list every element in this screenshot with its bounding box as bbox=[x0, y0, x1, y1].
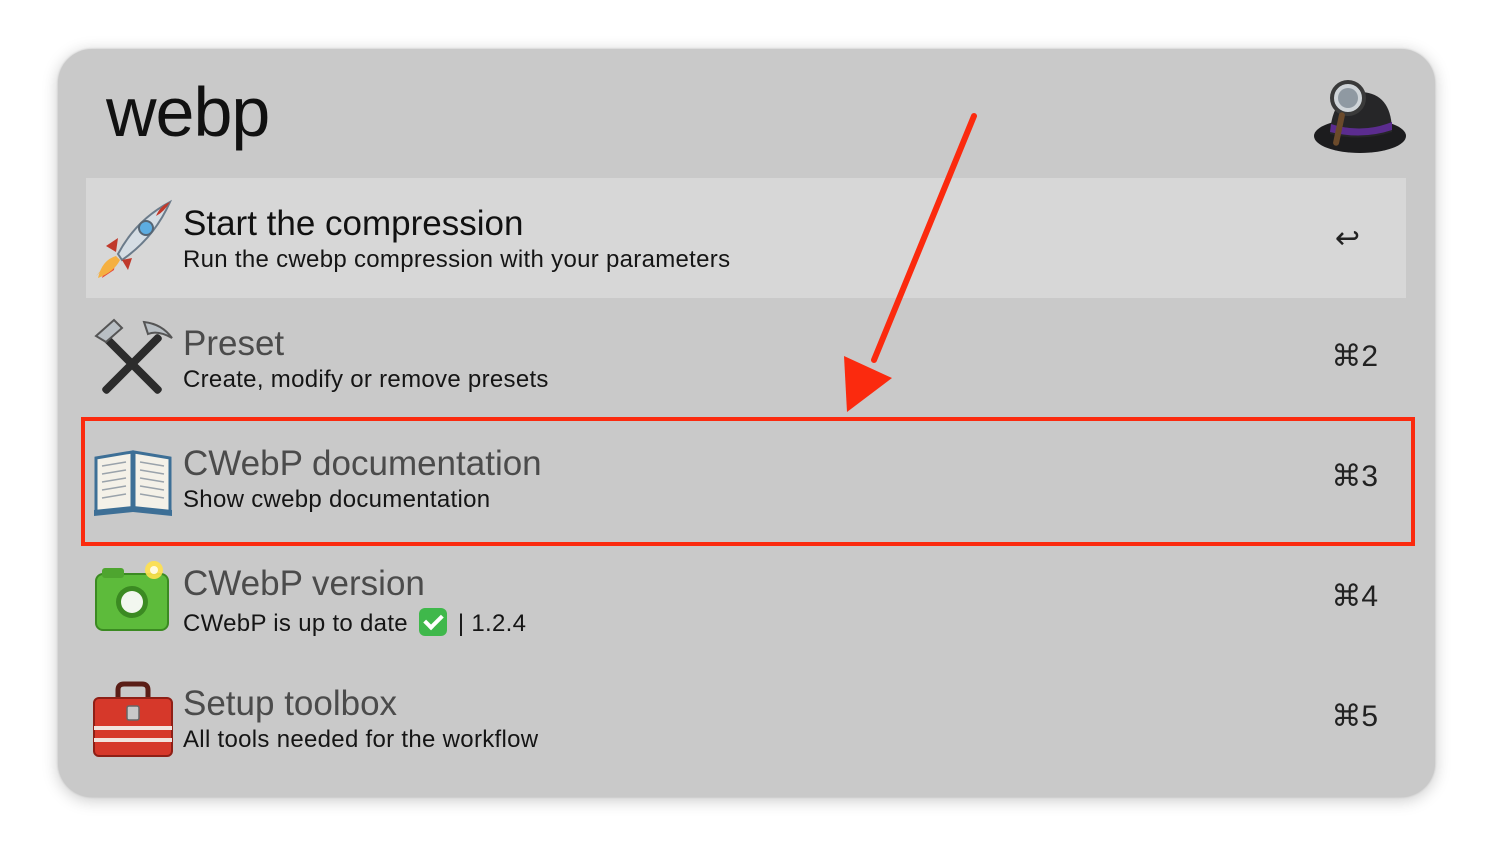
result-subtitle: All tools needed for the workflow bbox=[183, 726, 539, 753]
result-title: Setup toolbox bbox=[183, 684, 398, 723]
check-mark-button-icon bbox=[418, 608, 447, 636]
camera-icon bbox=[95, 561, 169, 631]
result-item-preset[interactable]: Preset Create, modify or remove presets … bbox=[86, 298, 1406, 418]
result-item-cwebp-version[interactable]: CWebP version CWebP is up to date | 1.2.… bbox=[86, 538, 1406, 658]
version-number-text: | 1.2.4 bbox=[457, 610, 527, 637]
result-subtitle: Run the cwebp compression with your para… bbox=[183, 246, 731, 273]
result-item-start-compression[interactable]: Start the compression Run the cwebp comp… bbox=[86, 178, 1406, 298]
version-status-text: CWebP is up to date bbox=[183, 610, 408, 637]
search-query-input[interactable]: webp bbox=[106, 77, 270, 147]
cmd-4-shortcut: ⌘4 bbox=[1331, 580, 1378, 613]
result-title: Preset bbox=[183, 324, 285, 363]
annotation-highlight-box bbox=[81, 417, 1415, 546]
hammer-pick-icon bbox=[94, 318, 173, 394]
result-item-setup-toolbox[interactable]: Setup toolbox All tools needed for the w… bbox=[86, 658, 1406, 778]
return-key-shortcut: ↩ bbox=[1334, 222, 1360, 255]
cmd-2-shortcut: ⌘2 bbox=[1331, 340, 1378, 373]
cmd-5-shortcut: ⌘5 bbox=[1331, 700, 1378, 733]
toolbox-icon bbox=[93, 681, 173, 757]
result-subtitle: Create, modify or remove presets bbox=[183, 366, 549, 393]
result-subtitle: CWebP is up to date | 1.2.4 bbox=[183, 608, 526, 636]
rocket-icon bbox=[96, 199, 173, 278]
result-title: Start the compression bbox=[183, 204, 524, 243]
result-title: CWebP version bbox=[183, 564, 425, 603]
alfred-hat-icon bbox=[1314, 80, 1406, 153]
